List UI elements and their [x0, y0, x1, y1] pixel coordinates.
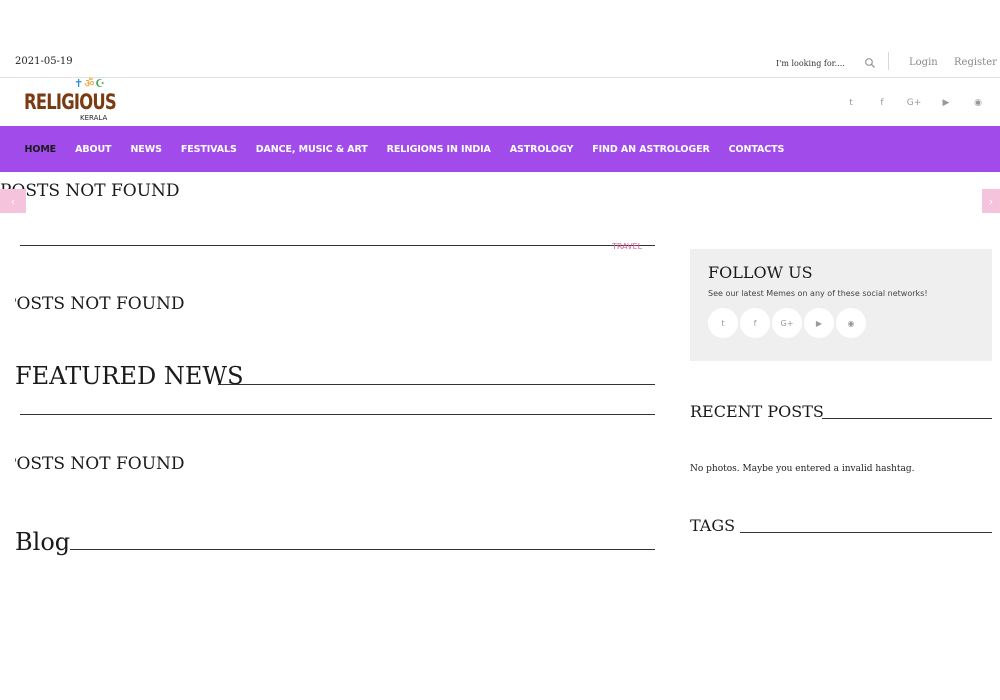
- logo-subtitle: KERALA: [80, 114, 108, 122]
- twitter-icon[interactable]: t: [844, 96, 858, 110]
- nav-astrology[interactable]: ASTROLOGY: [500, 144, 582, 155]
- featured-divider: [20, 414, 655, 415]
- youtube-icon[interactable]: ▶: [939, 96, 953, 110]
- google-plus-icon[interactable]: G+: [772, 308, 802, 338]
- main-navigation: HOME ABOUT NEWS FESTIVALS DANCE, MUSIC &…: [0, 126, 1000, 172]
- nav-festivals[interactable]: FESTIVALS: [171, 144, 246, 155]
- top-bar: 2021-05-19 Login Register: [0, 50, 1000, 78]
- search-box[interactable]: [776, 53, 880, 73]
- google-plus-icon[interactable]: G+: [907, 96, 922, 110]
- nav-dance-music-art[interactable]: DANCE, MUSIC & ART: [246, 144, 377, 155]
- follow-us-widget: FOLLOW US See our latest Memes on any of…: [690, 249, 992, 361]
- current-date: 2021-05-19: [15, 56, 73, 67]
- rss-icon[interactable]: ◉: [971, 96, 985, 110]
- posts-empty-message: POSTS NOT FOUND: [15, 294, 185, 314]
- chevron-right-icon: ›: [988, 194, 994, 208]
- follow-us-description: See our latest Memes on any of these soc…: [708, 289, 928, 298]
- religion-symbols-icon: ✝ ॐ ☪: [74, 78, 105, 90]
- site-logo[interactable]: ✝ ॐ ☪ RELIGIOUS KERALA: [24, 78, 117, 126]
- crescent-icon: ☪: [95, 77, 106, 90]
- om-icon: ॐ: [84, 77, 95, 90]
- register-link[interactable]: Register: [954, 57, 997, 68]
- nav-contacts[interactable]: CONTACTS: [719, 144, 794, 155]
- tags-title: TAGS: [690, 516, 736, 535]
- facebook-icon[interactable]: f: [740, 308, 770, 338]
- slider-empty-message: POSTS NOT FOUND: [0, 181, 180, 201]
- cross-icon: ✝: [74, 77, 84, 90]
- youtube-icon[interactable]: ▶: [804, 308, 834, 338]
- recent-posts-rule: [822, 418, 992, 419]
- nav-news[interactable]: NEWS: [121, 144, 171, 155]
- slider-next-button[interactable]: ›: [982, 189, 1000, 213]
- nav-find-an-astrologer[interactable]: FIND AN ASTROLOGER: [583, 144, 719, 155]
- twitter-icon[interactable]: t: [708, 308, 738, 338]
- featured-news-title: FEATURED NEWS: [15, 362, 244, 390]
- topbar-divider: [888, 52, 889, 70]
- featured-empty-message: POSTS NOT FOUND: [15, 454, 185, 474]
- rss-icon[interactable]: ◉: [836, 308, 866, 338]
- slider-prev-button[interactable]: ‹: [0, 189, 26, 213]
- section-divider: [20, 245, 655, 246]
- search-icon[interactable]: [864, 57, 876, 69]
- facebook-icon[interactable]: f: [875, 96, 889, 110]
- tags-rule: [740, 532, 992, 533]
- follow-social-links: t f G+ ▶ ◉: [708, 308, 866, 338]
- no-photos-message: No photos. Maybe you entered a invalid h…: [690, 464, 915, 474]
- category-tag[interactable]: TRAVEL: [612, 242, 642, 251]
- blog-title-rule: [70, 549, 655, 550]
- nav-religions-in-india[interactable]: RELIGIONS IN INDIA: [377, 144, 500, 155]
- login-link[interactable]: Login: [909, 57, 938, 68]
- logo-wordmark: RELIGIOUS: [24, 90, 117, 114]
- follow-us-title: FOLLOW US: [708, 263, 813, 282]
- nav-home[interactable]: HOME: [15, 144, 66, 155]
- recent-posts-title: RECENT POSTS: [690, 402, 824, 421]
- nav-about[interactable]: ABOUT: [66, 144, 121, 155]
- featured-title-rule: [218, 384, 655, 385]
- blog-title: Blog: [15, 528, 71, 556]
- chevron-left-icon: ‹: [10, 194, 16, 208]
- search-input[interactable]: [776, 58, 862, 68]
